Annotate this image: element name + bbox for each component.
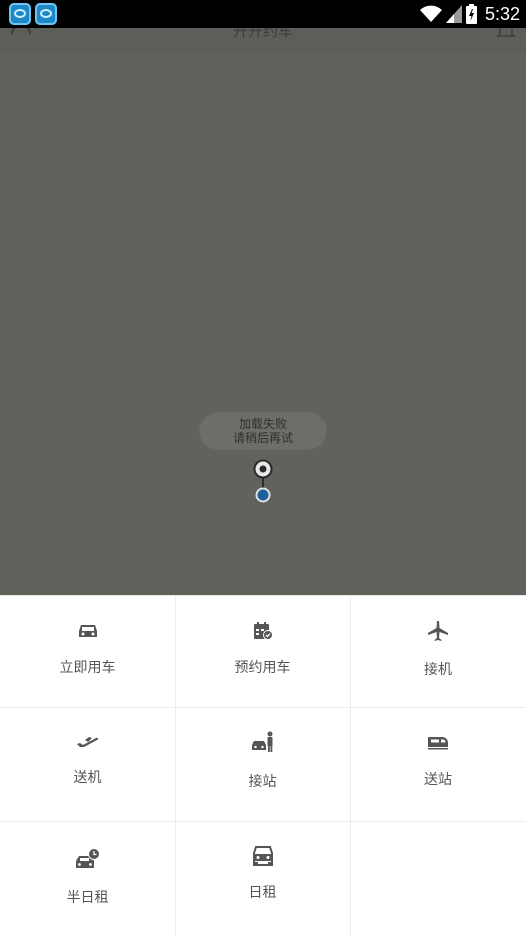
calendar-check-icon [252, 620, 274, 642]
menu-label: 送机 [73, 770, 102, 786]
empty-cell [350, 821, 526, 936]
car-clock-icon [75, 848, 101, 870]
station-pickup-button[interactable]: 接站 [175, 707, 350, 821]
menu-label: 立即用车 [59, 660, 116, 676]
menu-label: 半日租 [66, 890, 109, 906]
car-front-icon [77, 620, 99, 642]
car-double-icon [251, 845, 275, 867]
train-icon [426, 731, 450, 753]
service-menu: 立即用车 预约用车 接机 送机 接站 送站 半日租 日租 [0, 595, 526, 936]
system-indicators: 5:32 [419, 0, 520, 28]
book-ride-button[interactable]: 预约用车 [175, 596, 350, 707]
menu-label: 日租 [248, 885, 277, 901]
toast-line-1: 加载失败 [238, 417, 287, 431]
menu-label: 接站 [248, 774, 277, 790]
day-rental-button[interactable]: 日租 [175, 821, 350, 936]
airport-dropoff-button[interactable]: 送机 [0, 707, 175, 821]
airplane-takeoff-icon [76, 731, 100, 753]
toast-line-2: 请稍后再试 [232, 431, 293, 445]
wifi-icon [419, 5, 442, 22]
map-view[interactable]: 加载失败 请稍后再试 [0, 54, 526, 595]
airport-pickup-button[interactable]: 接机 [350, 596, 526, 707]
clock: 5:32 [484, 3, 520, 24]
half-day-rental-button[interactable]: 半日租 [0, 821, 175, 936]
battery-charging-icon [465, 4, 477, 24]
error-toast: 加载失败 请稍后再试 [200, 413, 326, 449]
app-notification-icon [35, 3, 57, 25]
status-bar: 5:32 [0, 0, 526, 28]
airplane-icon [427, 620, 449, 642]
menu-label: 送站 [424, 772, 452, 788]
menu-label: 接机 [424, 662, 452, 678]
station-dropoff-button[interactable]: 送站 [350, 707, 526, 821]
app-notification-icon [9, 3, 31, 25]
app-bar: 开开约车 [0, 21, 526, 54]
menu-label: 预约用车 [234, 660, 291, 676]
instant-ride-button[interactable]: 立即用车 [0, 596, 175, 707]
location-pin-icon [253, 459, 273, 503]
car-person-icon [251, 731, 275, 753]
signal-icon [445, 5, 462, 23]
